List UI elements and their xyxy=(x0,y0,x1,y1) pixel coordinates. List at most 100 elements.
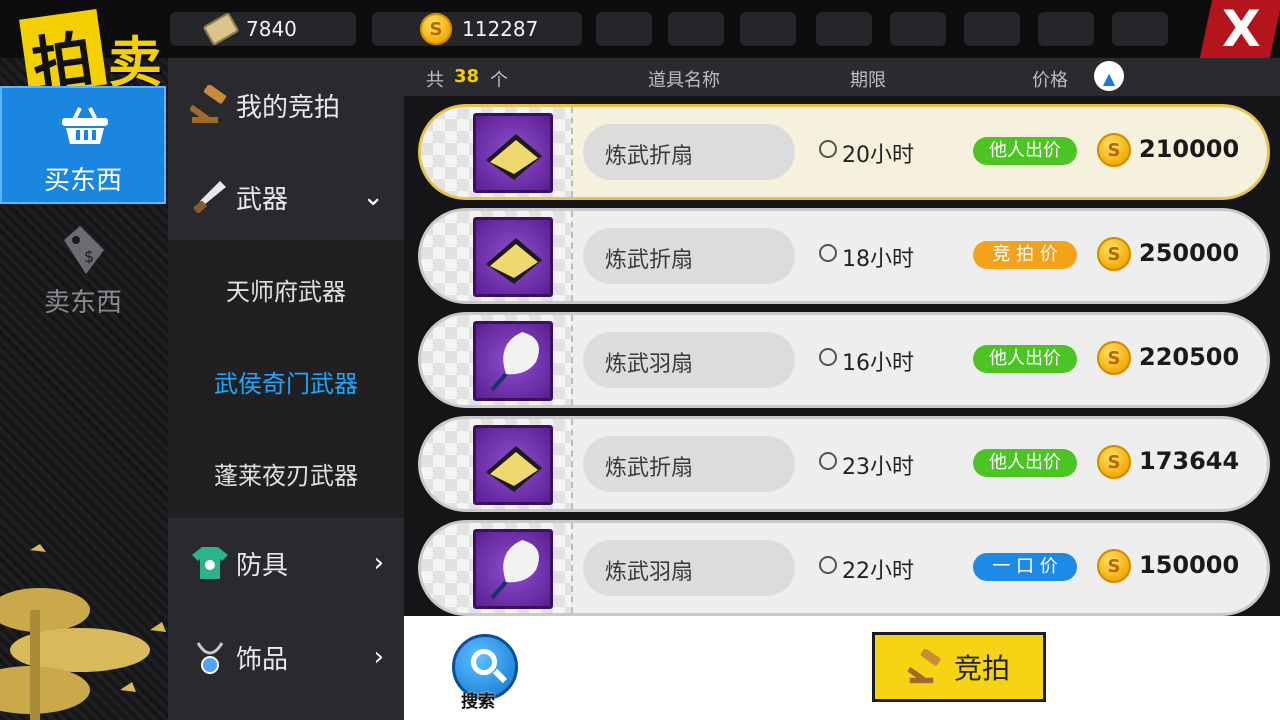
feather-fan-icon xyxy=(473,321,553,401)
subcategory-wuhou[interactable]: 武侯奇门武器 xyxy=(168,364,404,399)
bid-label: 竞拍 xyxy=(953,652,1010,685)
sort-ascending-button[interactable]: ▲ xyxy=(1094,61,1124,91)
total-prefix: 共 xyxy=(426,70,444,91)
item-name-pill: 炼武折扇 xyxy=(583,124,795,180)
bottom-bar: 搜索 竞拍 xyxy=(404,616,1280,720)
necklace-icon xyxy=(196,642,224,674)
item-duration: 22小时 xyxy=(842,559,914,584)
triangle-up-icon: ▲ xyxy=(1102,69,1116,88)
bid-button[interactable]: 竞拍 xyxy=(872,632,1046,702)
tab-sell-label: 卖东西 xyxy=(43,288,122,318)
bid-status-badge: 他人出价 xyxy=(973,449,1077,477)
top-bar: 7840 S 112287 xyxy=(0,0,1280,58)
category-armor-label: 防具 xyxy=(236,550,289,581)
chevron-right-icon: › xyxy=(373,548,384,578)
divider xyxy=(571,107,573,197)
item-name: 炼武折扇 xyxy=(605,144,694,169)
coin-icon: S xyxy=(1097,237,1131,271)
folding-fan-icon xyxy=(473,113,553,193)
item-name-pill: 炼武羽扇 xyxy=(583,540,795,596)
clock-icon xyxy=(819,452,837,470)
feather-fan-icon xyxy=(473,529,553,609)
item-duration: 16小时 xyxy=(842,351,914,376)
folding-fan-icon xyxy=(473,425,553,505)
shirt-icon xyxy=(192,547,228,579)
category-my-bids[interactable]: 我的竞拍 xyxy=(168,80,404,130)
price-tag-icon: $ xyxy=(64,226,104,274)
item-name-pill: 炼武折扇 xyxy=(583,228,795,284)
empty-slot xyxy=(1112,12,1168,46)
divider xyxy=(571,523,573,613)
category-accessories[interactable]: 饰品 › xyxy=(168,632,404,682)
pine-tree-decoration xyxy=(0,544,166,720)
item-name-pill: 炼武折扇 xyxy=(583,436,795,492)
item-name: 炼武折扇 xyxy=(605,456,694,481)
ticket-counter: 7840 xyxy=(202,11,297,47)
close-button[interactable]: X xyxy=(1199,0,1280,58)
auction-list[interactable]: 炼武折扇 20小时 他人出价 S 210000 炼武折扇 18小时 竞 拍 价 … xyxy=(404,96,1280,616)
subcategory-penglai[interactable]: 蓬莱夜刃武器 xyxy=(168,456,404,491)
coin-icon: S xyxy=(1097,341,1131,375)
empty-slot xyxy=(964,12,1020,46)
divider xyxy=(571,315,573,405)
coin-counter: S 112287 xyxy=(420,12,538,46)
category-my-bids-label: 我的竞拍 xyxy=(236,92,341,123)
chevron-down-icon: ⌄ xyxy=(362,182,384,212)
tab-buy[interactable]: 买东西 xyxy=(0,86,166,204)
clock-icon xyxy=(819,244,837,262)
item-name: 炼武羽扇 xyxy=(605,352,694,377)
empty-slot xyxy=(596,12,652,46)
empty-slot xyxy=(740,12,796,46)
category-armor[interactable]: 防具 › xyxy=(168,538,404,588)
coin-icon: S xyxy=(420,13,452,45)
clock-icon xyxy=(819,348,837,366)
total-count: 38 xyxy=(454,66,480,87)
gavel-icon xyxy=(907,649,941,684)
column-item-name: 道具名称 xyxy=(648,70,720,91)
close-icon: X xyxy=(1221,0,1261,58)
category-weapons[interactable]: 武器 ⌄ xyxy=(168,172,404,222)
item-duration: 18小时 xyxy=(842,247,914,272)
column-price[interactable]: 价格 xyxy=(1032,66,1068,92)
list-item[interactable]: 炼武折扇 23小时 他人出价 S 173644 xyxy=(418,416,1270,512)
subcategory-tianshifu[interactable]: 天师府武器 xyxy=(168,272,404,307)
coin-count: 112287 xyxy=(462,17,539,41)
gavel-icon xyxy=(190,85,227,123)
category-panel: 我的竞拍 武器 ⌄ 天师府武器 武侯奇门武器 蓬莱夜刃武器 防具 › 饰品 › xyxy=(168,58,404,720)
folding-fan-icon xyxy=(473,217,553,297)
item-duration: 23小时 xyxy=(842,455,914,480)
bid-status-badge: 一 口 价 xyxy=(973,553,1077,581)
list-item[interactable]: 炼武折扇 18小时 竞 拍 价 S 250000 xyxy=(418,208,1270,304)
item-name: 炼武折扇 xyxy=(605,248,694,273)
total-suffix: 个 xyxy=(490,70,508,91)
empty-slot xyxy=(816,12,872,46)
list-header: 共 38 个 道具名称 期限 价格 ▲ xyxy=(404,58,1280,96)
item-price: 250000 xyxy=(1139,239,1240,267)
item-name: 炼武羽扇 xyxy=(605,560,694,585)
tab-sell[interactable]: $ 卖东西 xyxy=(0,210,166,320)
bid-status-badge: 他人出价 xyxy=(973,345,1077,373)
tab-buy-label: 买东西 xyxy=(43,166,122,196)
search-icon-handle xyxy=(492,668,508,684)
item-price: 150000 xyxy=(1139,551,1240,579)
list-item[interactable]: 炼武折扇 20小时 他人出价 S 210000 xyxy=(418,104,1270,200)
chevron-right-icon: › xyxy=(373,642,384,672)
bid-status-badge: 竞 拍 价 xyxy=(973,241,1077,269)
bid-status-badge: 他人出价 xyxy=(973,137,1077,165)
item-name-pill: 炼武羽扇 xyxy=(583,332,795,388)
empty-slot xyxy=(1038,12,1094,46)
category-accessories-label: 饰品 xyxy=(236,644,289,675)
divider xyxy=(571,211,573,301)
ticket-icon xyxy=(202,11,240,47)
ticket-count: 7840 xyxy=(246,17,297,41)
empty-slot xyxy=(668,12,724,46)
clock-icon xyxy=(819,556,837,574)
list-item[interactable]: 炼武羽扇 16小时 他人出价 S 220500 xyxy=(418,312,1270,408)
search-label: 搜索 xyxy=(461,692,495,712)
search-button[interactable]: 搜索 xyxy=(452,634,518,712)
item-price: 173644 xyxy=(1139,447,1240,475)
knife-icon xyxy=(193,181,226,214)
divider xyxy=(571,419,573,509)
empty-slot xyxy=(890,12,946,46)
list-item[interactable]: 炼武羽扇 22小时 一 口 价 S 150000 xyxy=(418,520,1270,616)
